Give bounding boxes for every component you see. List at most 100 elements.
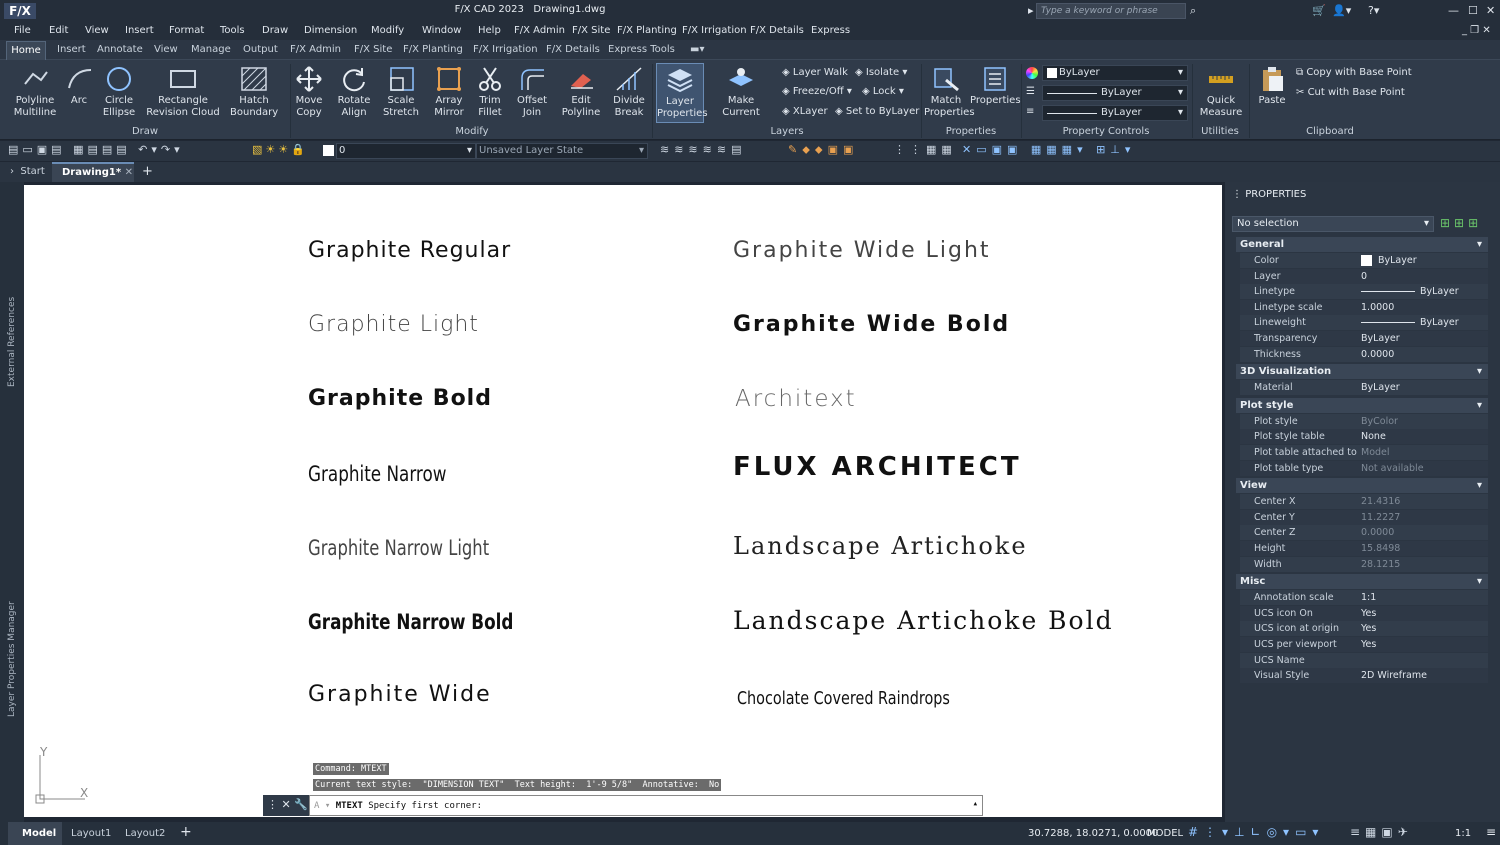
coordinates-readout[interactable]: 30.7288, 18.0271, 0.0000 xyxy=(1028,828,1158,839)
menu-edit[interactable]: Edit xyxy=(49,25,68,36)
make-current-button[interactable]: Make Current xyxy=(708,66,774,119)
match-properties-button[interactable]: Match Properties xyxy=(924,66,975,119)
divide-button[interactable]: Divide Break xyxy=(610,66,648,119)
tab-annotate[interactable]: Annotate xyxy=(97,44,143,55)
edit-polyline-button[interactable]: Edit Polyline xyxy=(558,66,604,119)
menu-insert[interactable]: Insert xyxy=(125,25,154,36)
prop-row[interactable]: UCS Name xyxy=(1240,652,1488,668)
layer-dropdown[interactable]: 0 ▾ xyxy=(336,143,476,159)
tab-insert[interactable]: Insert xyxy=(57,44,86,55)
prop-row[interactable]: Transparency ByLayer xyxy=(1240,331,1488,346)
grip-icon[interactable]: ⋮ xyxy=(267,798,278,811)
close-command-icon[interactable]: ✕ xyxy=(282,798,291,811)
file-tools-icons[interactable]: ▤▭▣▤ ▦▤▤▤ ↶▾↷▾ xyxy=(8,143,184,156)
trim-button[interactable]: Trim Fillet xyxy=(474,66,506,119)
prop-row[interactable]: Center X 21.4316 xyxy=(1240,494,1488,510)
model-space-button[interactable]: MODEL xyxy=(1147,828,1183,839)
quick-select-icons[interactable]: ⊞⊞⊞ xyxy=(1440,216,1482,230)
prop-row[interactable]: UCS per viewport Yes xyxy=(1240,637,1488,652)
font-sample-graphite-narrow-bold[interactable]: Graphite Narrow Bold xyxy=(308,610,513,634)
prop-row[interactable]: Center Y 11.2227 xyxy=(1240,509,1488,525)
ribbon-toggle-icon[interactable]: ▬▾ xyxy=(690,44,704,55)
menu-express[interactable]: Express xyxy=(811,25,850,36)
menu-format[interactable]: Format xyxy=(169,25,204,36)
polyline-button[interactable]: Polyline Multiline xyxy=(10,66,60,119)
prop-row[interactable]: UCS icon On Yes xyxy=(1240,605,1488,621)
prop-row[interactable]: Plot style table None xyxy=(1240,429,1488,445)
menu-fx-admin[interactable]: F/X Admin xyxy=(514,25,565,36)
prop-row[interactable]: Width 28.1215 xyxy=(1240,556,1488,572)
prop-row[interactable]: Color ByLayer xyxy=(1240,253,1488,268)
tab-manage[interactable]: Manage xyxy=(191,44,231,55)
prop-row[interactable]: Layer 0 xyxy=(1240,268,1488,284)
menu-fx-planting[interactable]: F/X Planting xyxy=(617,25,677,36)
external-references-tab[interactable]: External References xyxy=(7,297,17,387)
prop-row[interactable]: Plot table attached to Model xyxy=(1240,445,1488,460)
prop-row[interactable]: Plot table type Not available xyxy=(1240,460,1488,476)
scale-button[interactable]: Scale Stretch xyxy=(382,66,420,119)
linetype-dropdown[interactable]: ByLayer ▾ xyxy=(1042,85,1188,101)
tab-home[interactable]: Home xyxy=(6,41,46,60)
maximize-icon[interactable]: ☐ xyxy=(1468,4,1478,17)
layer-properties-button[interactable]: Layer Properties xyxy=(656,63,708,123)
layer-walk-button[interactable]: ◈ Layer Walk xyxy=(782,67,848,78)
menu-modify[interactable]: Modify xyxy=(371,25,404,36)
add-layout-icon[interactable]: + xyxy=(180,824,192,840)
tab-express-tools[interactable]: Express Tools xyxy=(608,44,675,55)
annotation-scale[interactable]: 1:1 xyxy=(1455,828,1471,839)
tab-output[interactable]: Output xyxy=(243,44,278,55)
isolate-button[interactable]: ◈ Isolate ▾ xyxy=(855,67,907,78)
layout1-tab[interactable]: Layout1 xyxy=(71,828,111,839)
layer-state-dropdown[interactable]: Unsaved Layer State ▾ xyxy=(476,143,648,159)
font-sample-graphite-wide[interactable]: Graphite Wide xyxy=(308,682,492,707)
tab-fx-site[interactable]: F/X Site xyxy=(354,44,392,55)
xlayer-button[interactable]: ◈ XLayer xyxy=(782,106,828,117)
layer-state-icons[interactable]: ▧☀☀🔒 xyxy=(252,143,308,156)
rectangle-button[interactable]: Rectangle Revision Cloud xyxy=(146,66,220,119)
font-sample-graphite-narrow[interactable]: Graphite Narrow xyxy=(308,462,447,486)
quick-measure-button[interactable]: Quick Measure xyxy=(1196,66,1246,119)
menu-dimension[interactable]: Dimension xyxy=(304,25,357,36)
menu-help[interactable]: Help xyxy=(478,25,501,36)
zoom-tools-icons[interactable]: ✕▭▣▣ ▦▦▦▾ ⊞⊥▾ xyxy=(962,143,1135,156)
copy-base-point-button[interactable]: ⧉ Copy with Base Point xyxy=(1296,67,1412,78)
menu-view[interactable]: View xyxy=(85,25,109,36)
close-icon[interactable]: ✕ xyxy=(1486,4,1495,17)
paste-button[interactable]: Paste xyxy=(1254,66,1290,107)
font-sample-graphite-wide-light[interactable]: Graphite Wide Light xyxy=(733,238,991,263)
menu-fx-details[interactable]: F/X Details xyxy=(750,25,804,36)
font-sample-graphite-bold[interactable]: Graphite Bold xyxy=(308,386,492,411)
menu-file[interactable]: File xyxy=(14,25,31,36)
layer-tools-icons[interactable]: ≋≋≋≋≋▤ xyxy=(660,143,746,156)
prop-row[interactable]: Linetype ByLayer xyxy=(1240,284,1488,300)
font-sample-flux-architect[interactable]: FLUX ARCHITECT xyxy=(733,452,1022,482)
font-sample-graphite-light[interactable]: Graphite Light xyxy=(308,312,479,337)
start-tab[interactable]: › Start xyxy=(10,166,45,177)
layout2-tab[interactable]: Layout2 xyxy=(125,828,165,839)
cart-icon[interactable]: 🛒 xyxy=(1312,4,1326,17)
array-button[interactable]: Array Mirror xyxy=(430,66,468,119)
menu-window[interactable]: Window xyxy=(422,25,461,36)
font-sample-chocolate-covered-raindrops[interactable]: Chocolate Covered Raindrops xyxy=(737,688,950,709)
prop-row[interactable]: Plot style ByColor xyxy=(1240,413,1488,429)
prop-category-view[interactable]: View ▾ xyxy=(1236,478,1488,494)
freeze-off-button[interactable]: ◈ Freeze/Off ▾ xyxy=(782,86,852,97)
set-to-bylayer-button[interactable]: ◈ Set to ByLayer xyxy=(835,106,919,117)
font-sample-graphite-narrow-light[interactable]: Graphite Narrow Light xyxy=(308,536,489,560)
tab-view[interactable]: View xyxy=(154,44,178,55)
drawing-canvas[interactable] xyxy=(24,185,1222,817)
customize-icon[interactable]: ≡ xyxy=(1486,825,1496,839)
rotate-button[interactable]: Rotate Align xyxy=(336,66,372,119)
font-sample-architext[interactable]: Architext xyxy=(735,386,857,412)
font-sample-landscape-artichoke-bold[interactable]: Landscape Artichoke Bold xyxy=(733,606,1114,635)
offset-button[interactable]: Offset Join xyxy=(514,66,550,119)
model-tab[interactable]: Model xyxy=(8,822,62,845)
font-sample-landscape-artichoke[interactable]: Landscape Artichoke xyxy=(733,532,1028,560)
selection-dropdown[interactable]: No selection ▾ xyxy=(1232,216,1434,232)
prop-row[interactable]: Linetype scale 1.0000 xyxy=(1240,299,1488,315)
search-icon[interactable]: ⌕ xyxy=(1190,4,1196,18)
move-button[interactable]: Move Copy xyxy=(292,66,326,119)
font-sample-graphite-regular[interactable]: Graphite Regular xyxy=(308,238,511,263)
prop-row[interactable]: Material ByLayer xyxy=(1240,380,1488,396)
drawing-tab[interactable]: Drawing1* ✕ xyxy=(52,162,134,182)
